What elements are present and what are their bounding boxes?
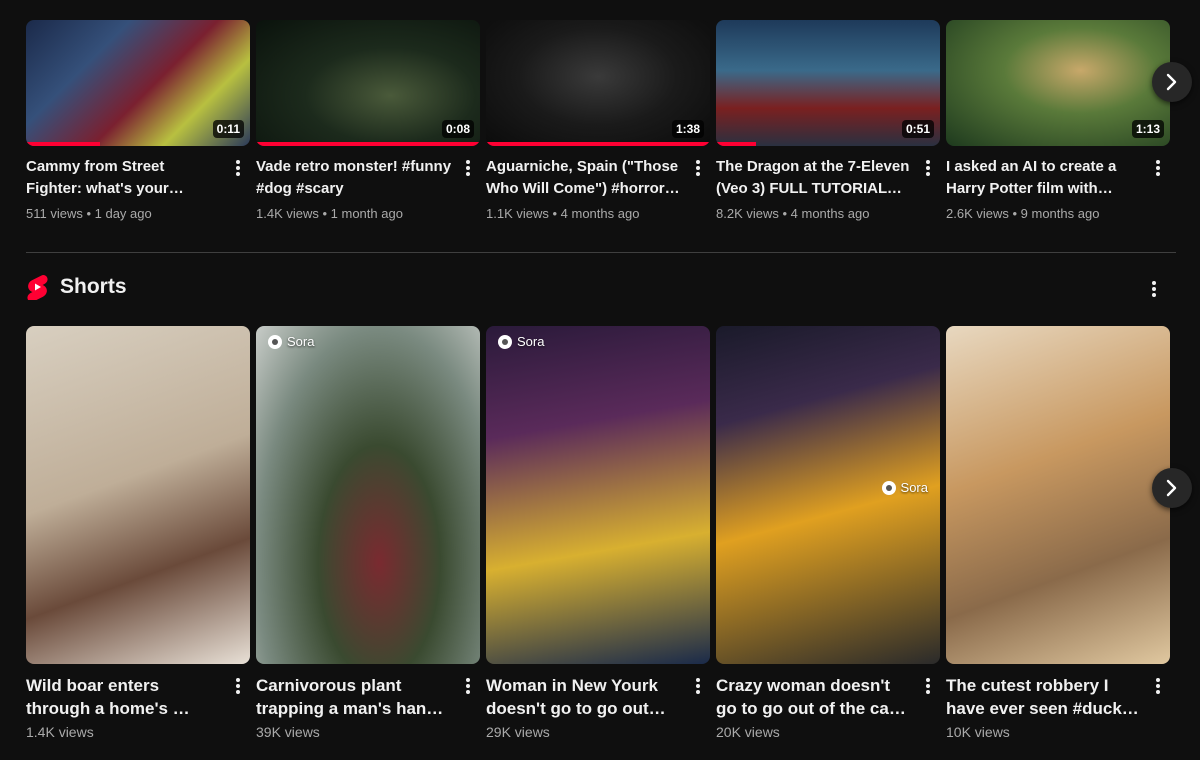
more-vert-icon: [1152, 281, 1156, 297]
shelf-title: Shorts: [60, 275, 127, 298]
short-title[interactable]: Crazy woman doesn't go to go out of the …: [716, 674, 912, 720]
sora-icon: [268, 334, 282, 349]
short-thumbnail[interactable]: Sora: [256, 326, 480, 664]
video-metadata: 511 views • 1 day ago: [26, 206, 152, 221]
duration-badge: 1:38: [671, 120, 704, 138]
short-views: 29K views: [486, 724, 550, 740]
video-thumbnail[interactable]: 0:08: [256, 20, 480, 146]
short-thumbnail[interactable]: Sora: [486, 326, 710, 664]
duration-badge: 0:51: [901, 120, 934, 138]
video-thumbnail[interactable]: 1:13: [946, 20, 1170, 146]
shorts-shelf-header: Shorts: [26, 274, 127, 300]
more-vert-icon[interactable]: [686, 674, 710, 698]
section-divider: [26, 252, 1176, 253]
sora-icon: [498, 334, 512, 349]
short-views: 10K views: [946, 724, 1010, 740]
short-card[interactable]: Wild boar enters through a home's … 1.4K…: [26, 326, 250, 740]
scroll-next-button[interactable]: [1152, 62, 1192, 102]
sora-icon: [881, 480, 896, 495]
short-thumbnail[interactable]: [946, 326, 1170, 664]
shelf-more-button[interactable]: [1142, 277, 1166, 301]
video-metadata: 1.1K views • 4 months ago: [486, 206, 640, 221]
video-row: 0:11 Cammy from Street Fighter: what's y…: [26, 20, 1170, 221]
watch-progress-bar: [486, 142, 710, 146]
more-vert-icon[interactable]: [456, 156, 480, 180]
video-card[interactable]: 0:51 The Dragon at the 7-Eleven (Veo 3) …: [716, 20, 940, 221]
duration-badge: 1:13: [1131, 120, 1164, 138]
short-title[interactable]: Carnivorous plant trapping a man's hand …: [256, 674, 452, 720]
short-title[interactable]: Wild boar enters through a home's …: [26, 674, 222, 720]
video-title[interactable]: Aguarniche, Spain ("Those Who Will Come"…: [486, 156, 682, 200]
video-thumbnail[interactable]: 0:51: [716, 20, 940, 146]
more-vert-icon[interactable]: [916, 674, 940, 698]
short-title[interactable]: The cutest robbery I have ever seen #duc…: [946, 674, 1142, 720]
video-thumbnail[interactable]: 1:38: [486, 20, 710, 146]
watch-progress-bar: [716, 142, 757, 146]
more-vert-icon[interactable]: [1146, 674, 1170, 698]
short-card[interactable]: Sora Crazy woman doesn't go to go out of…: [716, 326, 940, 740]
more-vert-icon[interactable]: [226, 156, 250, 180]
more-vert-icon[interactable]: [456, 674, 480, 698]
more-vert-icon[interactable]: [1146, 156, 1170, 180]
shorts-logo-icon: [27, 275, 48, 300]
video-title[interactable]: Vade retro monster! #funny #dog #scary: [256, 156, 452, 200]
watch-progress-bar: [26, 142, 100, 146]
sora-watermark: Sora: [498, 334, 544, 349]
chevron-right-icon: [1166, 73, 1177, 91]
shorts-row: Wild boar enters through a home's … 1.4K…: [26, 326, 1170, 740]
video-metadata: 2.6K views • 9 months ago: [946, 206, 1100, 221]
more-vert-icon[interactable]: [686, 156, 710, 180]
video-title[interactable]: The Dragon at the 7-Eleven (Veo 3) FULL …: [716, 156, 912, 200]
chevron-right-icon: [1166, 479, 1177, 497]
video-thumbnail[interactable]: 0:11: [26, 20, 250, 146]
video-card[interactable]: 1:38 Aguarniche, Spain ("Those Who Will …: [486, 20, 710, 221]
short-views: 20K views: [716, 724, 780, 740]
more-vert-icon[interactable]: [226, 674, 250, 698]
more-vert-icon[interactable]: [916, 156, 940, 180]
short-views: 39K views: [256, 724, 320, 740]
sora-watermark: Sora: [881, 480, 928, 495]
video-title[interactable]: I asked an AI to create a Harry Potter f…: [946, 156, 1142, 200]
short-card[interactable]: The cutest robbery I have ever seen #duc…: [946, 326, 1170, 740]
scroll-next-button[interactable]: [1152, 468, 1192, 508]
sora-watermark: Sora: [268, 334, 314, 349]
video-title[interactable]: Cammy from Street Fighter: what's your f…: [26, 156, 222, 200]
watch-progress-bar: [256, 142, 480, 146]
short-title[interactable]: Woman in New Yourk doesn't go to go out …: [486, 674, 682, 720]
short-card[interactable]: Sora Woman in New Yourk doesn't go to go…: [486, 326, 710, 740]
video-card[interactable]: 0:11 Cammy from Street Fighter: what's y…: [26, 20, 250, 221]
short-thumbnail[interactable]: Sora: [716, 326, 940, 664]
video-metadata: 1.4K views • 1 month ago: [256, 206, 403, 221]
video-card[interactable]: 0:08 Vade retro monster! #funny #dog #sc…: [256, 20, 480, 221]
video-card[interactable]: 1:13 I asked an AI to create a Harry Pot…: [946, 20, 1170, 221]
duration-badge: 0:08: [441, 120, 474, 138]
short-views: 1.4K views: [26, 724, 94, 740]
video-metadata: 8.2K views • 4 months ago: [716, 206, 870, 221]
short-thumbnail[interactable]: [26, 326, 250, 664]
short-card[interactable]: Sora Carnivorous plant trapping a man's …: [256, 326, 480, 740]
duration-badge: 0:11: [212, 120, 244, 138]
